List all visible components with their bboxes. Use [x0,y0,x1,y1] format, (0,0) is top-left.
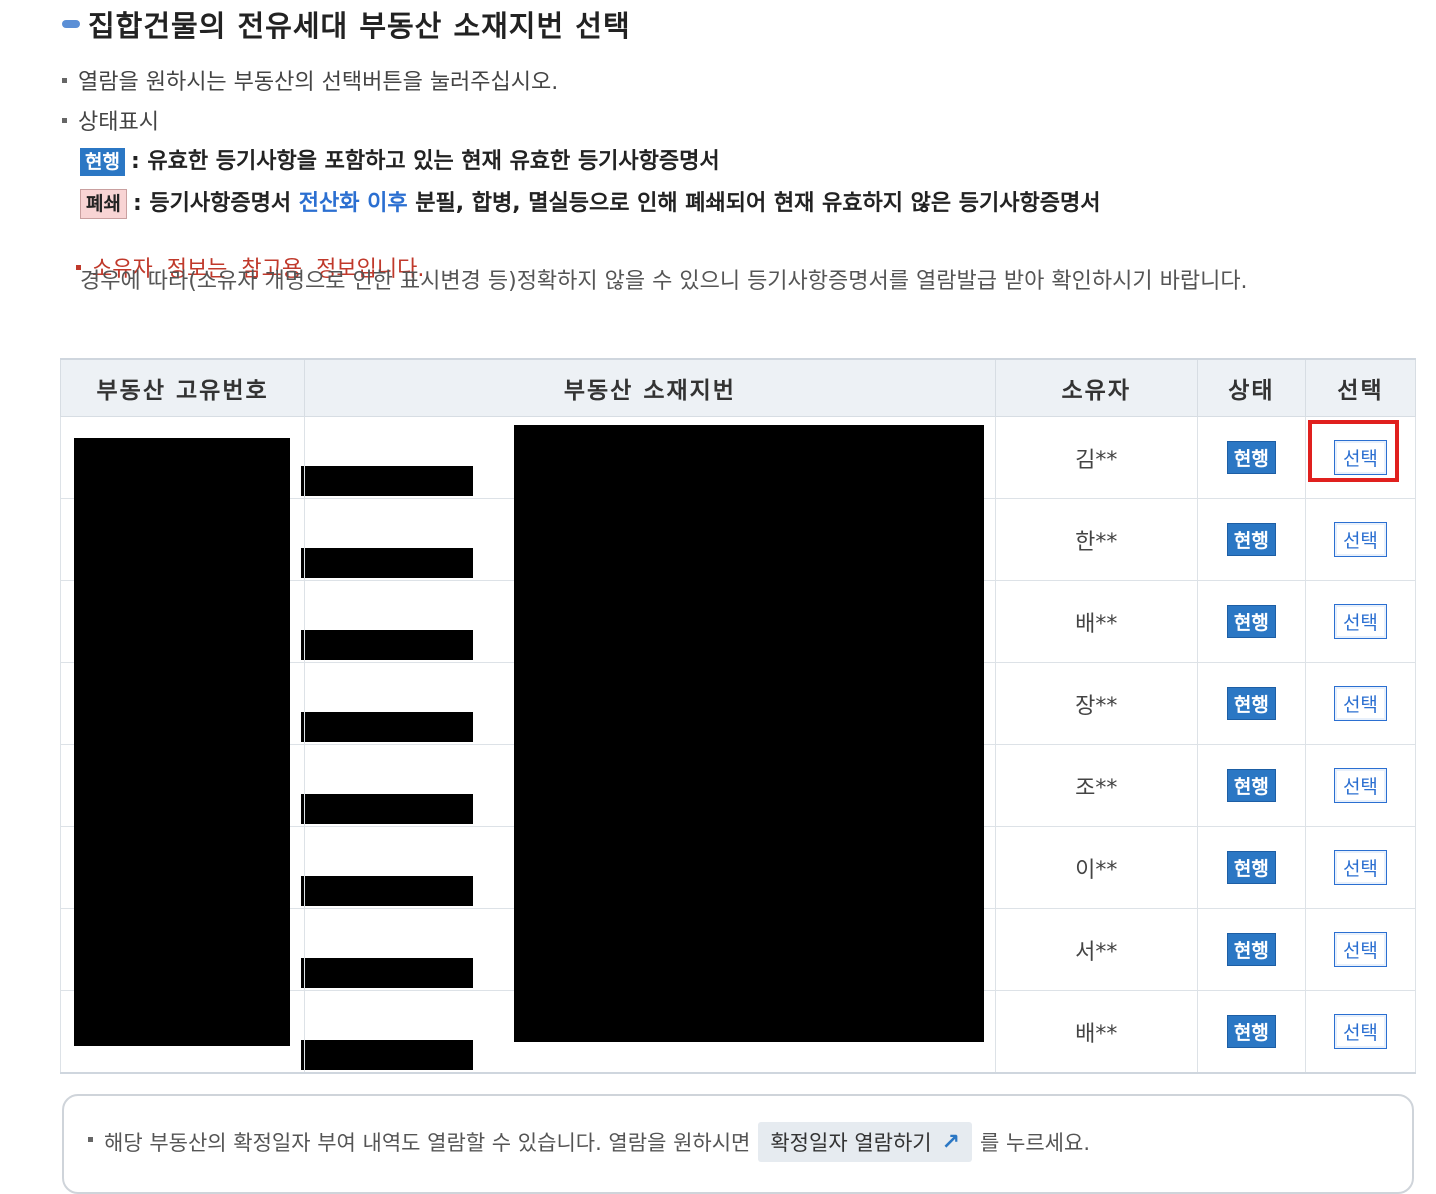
redacted-unique-numbers [74,438,290,1046]
redacted-block [301,957,474,988]
bullet-icon [62,117,67,123]
select-cell: 선택 [1304,662,1417,745]
instruction-line-2: 상태표시 [62,104,159,136]
select-button[interactable]: 선택 [1333,440,1387,475]
owner-cell: 장** [994,662,1198,745]
header-select: 선택 [1304,358,1417,417]
closed-status-badge: 폐쇄 [80,189,127,219]
select-cell: 선택 [1304,908,1417,991]
external-link-icon: ↗ [941,1129,961,1155]
status-badge: 현행 [1226,933,1276,966]
owner-cell: 한** [994,498,1198,581]
closed-status-desc-b: 분필, 합병, 멸실등으로 인해 폐쇄되어 현재 유효하지 않은 등기사항증명서 [407,191,1101,216]
redacted-block [301,793,474,824]
status-badge: 현행 [1226,605,1276,638]
select-cell: 선택 [1304,498,1417,581]
status-cell: 현행 [1196,744,1306,827]
page-title-text: 집합건물의 전유세대 부동산 소재지번 선택 [88,9,631,43]
select-button[interactable]: 선택 [1333,522,1387,557]
status-cell: 현행 [1196,416,1306,499]
select-button[interactable]: 선택 [1333,768,1387,803]
select-button[interactable]: 선택 [1333,1014,1387,1049]
redacted-block [301,875,474,906]
bullet-icon [88,1136,93,1142]
table-header-row: 부동산 고유번호 부동산 소재지번 소유자 상태 선택 [59,358,1417,417]
select-button[interactable]: 선택 [1333,686,1387,721]
select-button[interactable]: 선택 [1333,932,1387,967]
current-status-badge: 현행 [80,148,125,176]
status-cell: 현행 [1196,662,1306,745]
owner-cell: 이** [994,826,1198,909]
status-cell: 현행 [1196,990,1306,1074]
select-cell: 선택 [1304,826,1417,909]
header-owner: 소유자 [994,358,1198,417]
view-confirmation-date-button[interactable]: 확정일자 열람하기 ↗ [758,1122,973,1162]
redacted-address-details [514,425,984,1042]
select-cell: 선택 [1304,744,1417,827]
footer-text-after: 를 누르세요. [980,1131,1090,1155]
footer-notice: 해당 부동산의 확정일자 부여 내역도 열람할 수 있습니다. 열람을 원하시면… [88,1122,1090,1162]
owner-cell: 조** [994,744,1198,827]
legend-current: 현행: 유효한 등기사항을 포함하고 있는 현재 유효한 등기사항증명서 [80,143,720,176]
redacted-block [301,629,474,660]
redacted-block [301,711,474,742]
owner-cell: 배** [994,990,1198,1074]
header-unique-number: 부동산 고유번호 [59,358,306,417]
status-badge: 현행 [1226,441,1276,474]
select-cell: 선택 [1304,990,1417,1074]
status-badge: 현행 [1226,523,1276,556]
title-bar-icon [62,20,80,28]
owner-cell: 서** [994,908,1198,991]
select-cell: 선택 [1304,580,1417,663]
owner-note: 경우에 따라(소유자 개명으로 인한 표시변경 등)정확하지 않을 수 있으니 … [80,269,1248,294]
status-badge: 현행 [1226,769,1276,802]
owner-cell: 김** [994,416,1198,499]
status-cell: 현행 [1196,498,1306,581]
footer-text-before: 해당 부동산의 확정일자 부여 내역도 열람할 수 있습니다. 열람을 원하시면 [104,1131,751,1155]
status-badge: 현행 [1226,687,1276,720]
view-confirmation-date-label: 확정일자 열람하기 [770,1131,932,1155]
status-cell: 현행 [1196,826,1306,909]
current-status-desc: : 유효한 등기사항을 포함하고 있는 현재 유효한 등기사항증명서 [130,149,720,174]
legend-closed: 폐쇄: 등기사항증명서 전산화 이후 분필, 합병, 멸실등으로 인해 폐쇄되어… [80,185,1101,219]
header-status: 상태 [1196,358,1306,417]
redacted-block [301,1039,474,1070]
instruction-line-1: 열람을 원하시는 부동산의 선택버튼을 눌러주십시오. [62,64,558,96]
select-cell: 선택 [1304,416,1417,499]
select-button[interactable]: 선택 [1333,850,1387,885]
bullet-icon [62,77,67,83]
status-cell: 현행 [1196,580,1306,663]
status-badge: 현행 [1226,851,1276,884]
redacted-block [301,547,474,578]
instruction-text: 열람을 원하시는 부동산의 선택버튼을 눌러주십시오. [78,70,559,95]
closed-status-desc-highlight: 전산화 이후 [298,191,408,216]
owner-cell: 배** [994,580,1198,663]
closed-status-desc-a: : 등기사항증명서 [132,191,299,216]
status-legend-label: 상태표시 [78,110,159,135]
status-badge: 현행 [1226,1015,1276,1048]
redacted-block [301,465,474,496]
header-address: 부동산 소재지번 [304,358,996,417]
status-cell: 현행 [1196,908,1306,991]
select-button[interactable]: 선택 [1333,604,1387,639]
page-title: 집합건물의 전유세대 부동산 소재지번 선택 [62,4,631,44]
